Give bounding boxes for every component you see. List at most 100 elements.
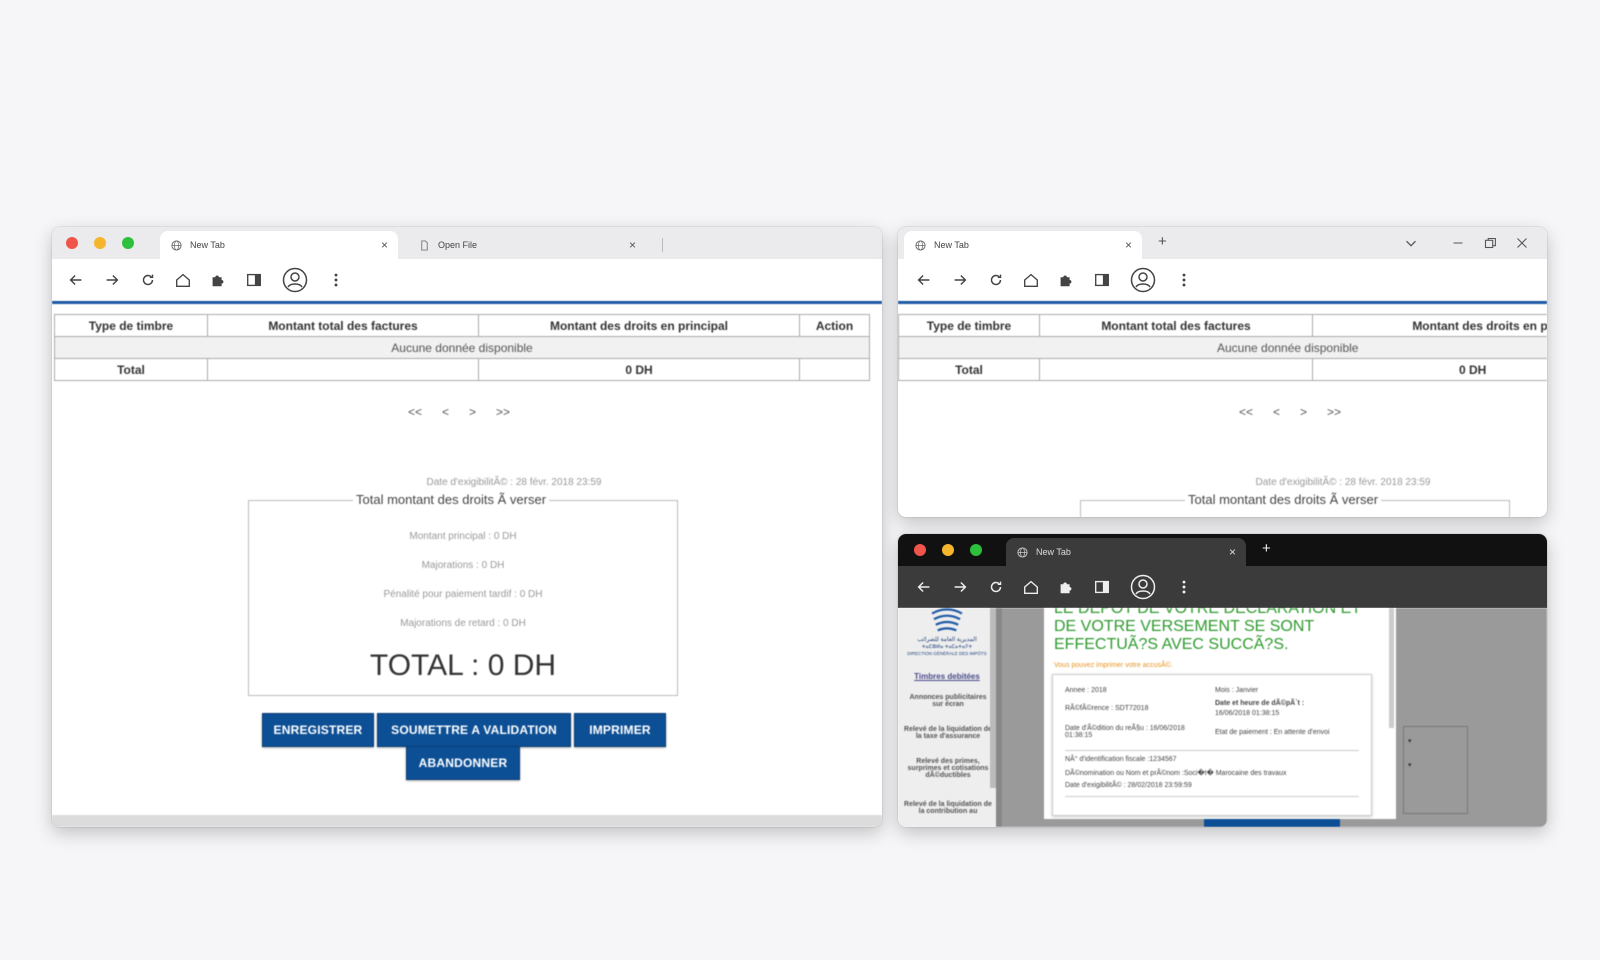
reload-icon[interactable]	[986, 577, 1006, 597]
receipt-divider-bottom	[1065, 796, 1359, 797]
dgi-logo-arabic: المديرية العامة للضرائب	[917, 637, 977, 643]
sidebar-item-annonces[interactable]: Annonces publicitaires sur écran	[904, 694, 992, 708]
tab-strip: New Tab × Open File ×	[52, 227, 882, 259]
dialog-scrollbar[interactable]	[1389, 608, 1394, 728]
dropdown-arrow-icon[interactable]: ▾	[1408, 761, 1412, 769]
sidebar-toggle-icon[interactable]	[1092, 577, 1112, 597]
print-hint: Vous pouvez imprimer votre accusÃ©.	[1054, 662, 1173, 669]
date-exigibilite: Date d'exigibilitÃ© : 28 févr. 2018 23:5…	[426, 477, 602, 488]
profile-avatar-icon[interactable]	[1130, 267, 1156, 293]
tab-label: New Tab	[1036, 547, 1071, 557]
profile-avatar-icon[interactable]	[282, 267, 308, 293]
timbres-table: Type de timbre Montant total des facture…	[898, 314, 1547, 381]
fieldset-legend: Total montant des droits Ã verser	[1185, 492, 1382, 507]
minimize-window-dot[interactable]	[942, 544, 954, 556]
close-tab-icon[interactable]: ×	[381, 238, 388, 252]
tab-new-tab[interactable]: New Tab ×	[904, 231, 1142, 259]
majorations: Majorations : 0 DH	[421, 560, 505, 571]
dgi-logo-tifinagh: ⵜⴰⵎⵀⵍⴰ ⵜⴰⵎⴰⵜⴰⵢⵜ	[921, 644, 973, 650]
abandonner-button[interactable]: ABANDONNER	[406, 746, 520, 780]
sidebar-item-primes[interactable]: Relevé des primes, surprimes et cotisati…	[904, 758, 992, 779]
pager-first[interactable]: <<	[1239, 405, 1253, 419]
dropdown-arrow-icon[interactable]: ▾	[1408, 737, 1412, 745]
sidebar-toggle-icon[interactable]	[1092, 270, 1112, 290]
forward-arrow-icon[interactable]	[102, 270, 122, 290]
sidebar-toggle-icon[interactable]	[244, 270, 264, 290]
pager-next[interactable]: >	[469, 405, 476, 419]
reload-icon[interactable]	[986, 270, 1006, 290]
pagination: << < > >>	[1239, 405, 1341, 419]
receipt-exigibilite: Date d'exigibilitÃ© : 28/02/2018 23:59:5…	[1065, 782, 1192, 789]
table-total-row: Total 0 DH	[54, 358, 870, 381]
maximize-window-dot[interactable]	[122, 237, 134, 249]
extensions-puzzle-icon[interactable]	[1056, 270, 1076, 290]
pager-prev[interactable]: <	[442, 405, 449, 419]
back-arrow-icon[interactable]	[66, 270, 86, 290]
kebab-menu-icon[interactable]	[1174, 270, 1194, 290]
close-window-dot[interactable]	[66, 237, 78, 249]
header-blue-bar	[898, 301, 1547, 304]
home-icon[interactable]	[1021, 270, 1041, 290]
extensions-puzzle-icon[interactable]	[208, 270, 228, 290]
total-droits-cell: 0 DH	[478, 358, 800, 381]
total-factures-cell	[207, 358, 479, 381]
receipt-etat-paiement: Etat de paiement : En attente d'envoi	[1215, 729, 1330, 736]
back-arrow-icon[interactable]	[914, 577, 934, 597]
sidebar-scrollbar[interactable]	[990, 608, 996, 788]
reload-icon[interactable]	[138, 270, 158, 290]
dgi-logo-french: DIRECTION GÉNÉRALE DES IMPÔTS	[907, 651, 987, 656]
tab-search-chevron-icon[interactable]	[1401, 233, 1421, 253]
col-montant-droits-principal: Montant des droits en princi	[1312, 314, 1547, 337]
page-content: المديرية العامة للضرائب ⵜⴰⵎⵀⵍⴰ ⵜⴰⵎⴰⵜⴰⵢⵜ …	[898, 608, 1547, 827]
restore-icon[interactable]	[1480, 233, 1500, 253]
new-tab-plus-icon[interactable]: +	[1262, 540, 1271, 557]
kebab-menu-icon[interactable]	[326, 270, 346, 290]
total-factures-cell	[1039, 358, 1313, 381]
profile-avatar-icon[interactable]	[1130, 574, 1156, 600]
close-window-icon[interactable]	[1512, 233, 1532, 253]
maximize-window-dot[interactable]	[970, 544, 982, 556]
majorations-de-retard: Majorations de retard : 0 DH	[400, 618, 526, 629]
receipt-divider	[1065, 750, 1359, 751]
receipt-mois: Mois : Janvier	[1215, 687, 1259, 694]
enregistrer-button[interactable]: ENREGISTRER	[262, 713, 374, 747]
globe-icon	[914, 239, 926, 251]
soumettre-validation-button[interactable]: SOUMETTRE A VALIDATION	[377, 713, 571, 747]
tab-open-file[interactable]: Open File ×	[408, 231, 646, 259]
home-icon[interactable]	[1021, 577, 1041, 597]
kebab-menu-icon[interactable]	[1174, 577, 1194, 597]
col-montant-total-factures: Montant total des factures	[1039, 314, 1313, 337]
pager-first[interactable]: <<	[408, 405, 422, 419]
tab-new-tab[interactable]: New Tab ×	[160, 231, 398, 259]
sidebar-item-contribution[interactable]: Relevé de la liquidation de la contribut…	[904, 801, 992, 815]
header-blue-bar	[52, 301, 882, 304]
minimize-icon[interactable]	[1448, 233, 1468, 253]
browser-toolbar	[898, 566, 1547, 608]
minimize-window-dot[interactable]	[94, 237, 106, 249]
forward-arrow-icon[interactable]	[950, 577, 970, 597]
close-tab-icon[interactable]: ×	[629, 238, 636, 252]
close-window-dot[interactable]	[914, 544, 926, 556]
penalite-paiement-tardif: Pénalité pour paiement tardif : 0 DH	[383, 589, 543, 600]
back-arrow-icon[interactable]	[914, 270, 934, 290]
new-tab-plus-icon[interactable]: +	[1158, 233, 1167, 250]
tab-new-tab[interactable]: New Tab ×	[1006, 538, 1246, 566]
pager-prev[interactable]: <	[1273, 405, 1280, 419]
close-tab-icon[interactable]: ×	[1229, 545, 1236, 559]
close-tab-icon[interactable]: ×	[1125, 238, 1132, 252]
forward-arrow-icon[interactable]	[950, 270, 970, 290]
receipt-card: Annee : 2018 Mois : Janvier RÃ©fÃ©rence …	[1052, 674, 1372, 816]
col-action: Action	[799, 314, 870, 337]
sidebar-item-taxe-assurance[interactable]: Relevé de la liquidation de la taxe d'as…	[904, 726, 992, 740]
pager-last[interactable]: >>	[496, 405, 510, 419]
receipt-date-edition: Date d'Ã©dition du reÃ§u : 16/06/2018 01…	[1065, 725, 1185, 739]
globe-icon	[1016, 546, 1028, 558]
tab-strip: New Tab × +	[898, 227, 1547, 259]
home-icon[interactable]	[173, 270, 193, 290]
pager-next[interactable]: >	[1300, 405, 1307, 419]
horizontal-scrollbar[interactable]	[52, 815, 882, 827]
imprimer-button[interactable]: IMPRIMER	[574, 713, 666, 747]
extensions-puzzle-icon[interactable]	[1056, 577, 1076, 597]
pager-last[interactable]: >>	[1327, 405, 1341, 419]
total-action-cell	[799, 358, 870, 381]
